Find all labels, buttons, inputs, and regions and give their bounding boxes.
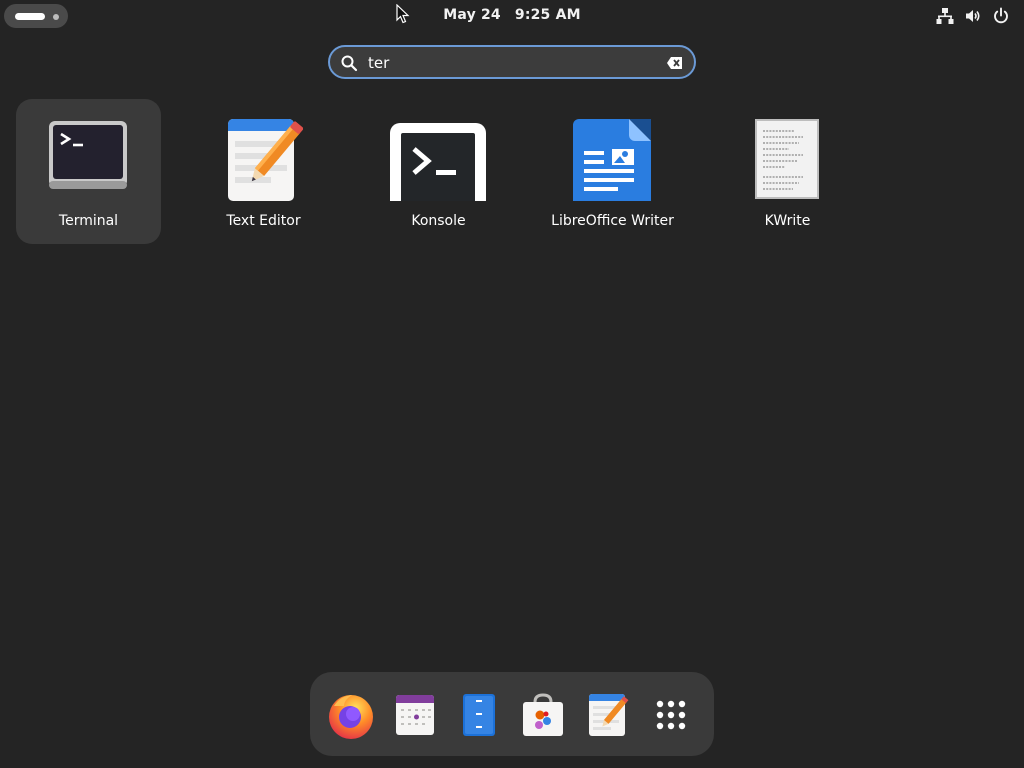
app-result-terminal[interactable]: Terminal — [16, 99, 161, 244]
top-bar: May 24 9:25 AM — [0, 0, 1024, 32]
app-label: KWrite — [764, 213, 811, 229]
app-label: Text Editor — [226, 213, 301, 229]
app-label: LibreOffice Writer — [551, 213, 674, 229]
search-input[interactable] — [368, 51, 648, 75]
software-icon[interactable] — [518, 690, 568, 740]
app-result-kwrite[interactable]: KWrite — [715, 99, 860, 244]
firefox-icon[interactable] — [326, 690, 376, 740]
workspace-indicator-inactive — [53, 14, 59, 20]
app-result-libreoffice-writer[interactable]: LibreOffice Writer — [540, 99, 685, 244]
activities-button[interactable] — [4, 4, 68, 28]
app-result-konsole[interactable]: Konsole — [366, 99, 511, 244]
calendar-icon[interactable] — [390, 690, 440, 740]
clock-date: May 24 — [443, 7, 501, 23]
terminal-icon — [49, 121, 127, 189]
power-icon[interactable] — [992, 7, 1010, 25]
workspace-indicator-active — [15, 13, 45, 20]
libreoffice-writer-icon — [573, 119, 651, 201]
volume-icon[interactable] — [964, 7, 982, 25]
app-label: Terminal — [58, 213, 119, 229]
app-result-text-editor[interactable]: Text Editor — [191, 99, 336, 244]
mouse-cursor-icon — [396, 4, 410, 24]
clock-time: 9:25 AM — [514, 7, 581, 23]
search-icon — [341, 55, 358, 72]
text-editor-icon[interactable] — [582, 690, 632, 740]
network-icon[interactable] — [936, 7, 954, 25]
search-results-grid: Terminal Text Editor Konsole LibreOffice… — [16, 99, 976, 245]
clock-button[interactable]: May 24 9:25 AM — [0, 7, 1024, 23]
kwrite-icon — [755, 119, 819, 199]
text-editor-icon — [228, 119, 303, 201]
system-tray[interactable] — [936, 7, 1010, 25]
konsole-icon — [390, 123, 486, 201]
search-bar[interactable] — [328, 45, 696, 79]
files-icon[interactable] — [454, 690, 504, 740]
dock — [310, 672, 714, 756]
show-apps-icon[interactable] — [646, 690, 696, 740]
app-label: Konsole — [411, 213, 466, 229]
clear-search-icon[interactable] — [666, 54, 684, 72]
